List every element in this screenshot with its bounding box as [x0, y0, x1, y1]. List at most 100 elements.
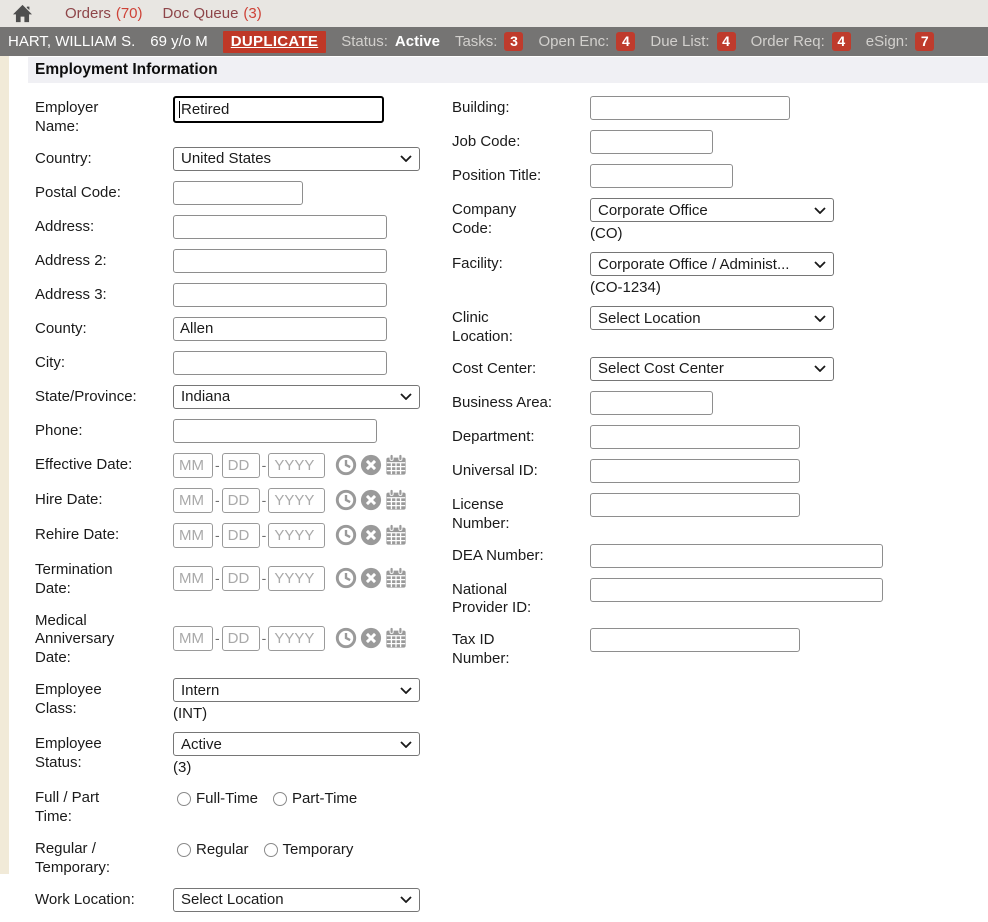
- esign-count-badge[interactable]: 7: [915, 32, 934, 51]
- clear-icon[interactable]: [360, 454, 382, 476]
- address-input[interactable]: [173, 215, 387, 239]
- address2-label: Address 2:: [35, 249, 157, 273]
- nav-docqueue-link[interactable]: Doc Queue (3): [163, 5, 262, 22]
- business-area-input[interactable]: [590, 391, 713, 415]
- home-icon: [12, 4, 33, 23]
- clinic-location-select[interactable]: Select Location: [590, 306, 834, 330]
- regular-radio[interactable]: [177, 843, 191, 857]
- building-input[interactable]: [590, 96, 790, 120]
- clear-icon[interactable]: [360, 489, 382, 511]
- temporary-radio-label: Temporary: [283, 841, 354, 858]
- postal-code-input[interactable]: [173, 181, 303, 205]
- employee-class-select[interactable]: Intern: [173, 678, 420, 702]
- clear-icon[interactable]: [360, 524, 382, 546]
- address3-label: Address 3:: [35, 283, 157, 307]
- job-code-input[interactable]: [590, 130, 713, 154]
- employee-status-select[interactable]: Active: [173, 732, 420, 756]
- status-label: Status:: [341, 33, 388, 50]
- license-number-input[interactable]: [590, 493, 800, 517]
- address-label: Address:: [35, 215, 157, 239]
- effective-date-mm-input[interactable]: [173, 453, 213, 478]
- department-input[interactable]: [590, 425, 800, 449]
- termination-date-field: - -: [173, 558, 452, 599]
- order-req-label: Order Req:: [751, 33, 825, 50]
- state-row: State/Province: Indiana: [35, 385, 452, 409]
- hire-date-yyyy-input[interactable]: [268, 488, 325, 513]
- company-code-select[interactable]: Corporate Office: [590, 198, 834, 222]
- order-req-group: Order Req: 4: [751, 32, 851, 51]
- chevron-down-icon: [814, 315, 826, 322]
- employer-name-input[interactable]: [173, 96, 384, 123]
- medical-anniversary-dd-input[interactable]: [222, 626, 260, 651]
- nav-orders-count: (70): [116, 5, 143, 22]
- employee-class-row: Employee Class: Intern (INT): [35, 678, 452, 722]
- address2-input[interactable]: [173, 249, 387, 273]
- calendar-icon[interactable]: [385, 524, 407, 546]
- business-area-label: Business Area:: [452, 391, 574, 415]
- rehire-date-field: - -: [173, 523, 452, 548]
- clock-icon[interactable]: [335, 627, 357, 649]
- full-time-radio[interactable]: [177, 792, 191, 806]
- clear-icon[interactable]: [360, 627, 382, 649]
- rehire-date-dd-input[interactable]: [222, 523, 260, 548]
- position-title-input[interactable]: [590, 164, 733, 188]
- tasks-count-badge[interactable]: 3: [504, 32, 523, 51]
- facility-select[interactable]: Corporate Office / Administ...: [590, 252, 834, 276]
- termination-date-dd-input[interactable]: [222, 566, 260, 591]
- due-list-count-badge[interactable]: 4: [717, 32, 736, 51]
- clock-icon[interactable]: [335, 454, 357, 476]
- esign-group: eSign: 7: [866, 32, 935, 51]
- rehire-date-yyyy-input[interactable]: [268, 523, 325, 548]
- medical-anniversary-yyyy-input[interactable]: [268, 626, 325, 651]
- status-group: Status: Active: [341, 33, 440, 50]
- tasks-label: Tasks:: [455, 33, 498, 50]
- part-time-radio[interactable]: [273, 792, 287, 806]
- clear-icon[interactable]: [360, 567, 382, 589]
- termination-date-mm-input[interactable]: [173, 566, 213, 591]
- phone-input[interactable]: [173, 419, 377, 443]
- effective-date-row: Effective Date: - -: [35, 453, 452, 478]
- hire-date-dd-input[interactable]: [222, 488, 260, 513]
- universal-id-input[interactable]: [590, 459, 800, 483]
- temporary-radio[interactable]: [264, 843, 278, 857]
- open-enc-count-badge[interactable]: 4: [616, 32, 635, 51]
- country-select[interactable]: United States: [173, 147, 420, 171]
- national-provider-id-input[interactable]: [590, 578, 883, 602]
- hire-date-mm-input[interactable]: [173, 488, 213, 513]
- home-button[interactable]: [12, 4, 33, 23]
- city-input[interactable]: [173, 351, 387, 375]
- due-list-label: Due List:: [650, 33, 709, 50]
- order-req-count-badge[interactable]: 4: [832, 32, 851, 51]
- company-code-code: (CO): [590, 225, 988, 242]
- clock-icon[interactable]: [335, 489, 357, 511]
- effective-date-yyyy-input[interactable]: [268, 453, 325, 478]
- tax-id-input[interactable]: [590, 628, 800, 652]
- address3-input[interactable]: [173, 283, 387, 307]
- nav-orders-link[interactable]: Orders (70): [65, 5, 143, 22]
- calendar-icon[interactable]: [385, 489, 407, 511]
- termination-date-yyyy-input[interactable]: [268, 566, 325, 591]
- calendar-icon[interactable]: [385, 567, 407, 589]
- county-input[interactable]: [173, 317, 387, 341]
- employee-class-label: Employee Class:: [35, 678, 157, 722]
- calendar-icon[interactable]: [385, 454, 407, 476]
- calendar-icon[interactable]: [385, 627, 407, 649]
- employer-name-row: Employer Name:: [35, 96, 452, 137]
- duplicate-badge[interactable]: DUPLICATE: [223, 31, 326, 53]
- cost-center-select[interactable]: Select Cost Center: [590, 357, 834, 381]
- chevron-down-icon: [400, 741, 412, 748]
- state-select[interactable]: Indiana: [173, 385, 420, 409]
- effective-date-label: Effective Date:: [35, 453, 157, 478]
- effective-date-dd-input[interactable]: [222, 453, 260, 478]
- clock-icon[interactable]: [335, 567, 357, 589]
- medical-anniversary-mm-input[interactable]: [173, 626, 213, 651]
- medical-anniversary-date-field: - -: [173, 609, 452, 669]
- universal-id-row: Universal ID:: [452, 459, 988, 483]
- rehire-date-label: Rehire Date:: [35, 523, 157, 548]
- employee-class-code: (INT): [173, 705, 452, 722]
- rehire-date-mm-input[interactable]: [173, 523, 213, 548]
- work-location-select[interactable]: Select Location: [173, 888, 420, 912]
- hire-date-field: - -: [173, 488, 452, 513]
- dea-number-input[interactable]: [590, 544, 883, 568]
- clock-icon[interactable]: [335, 524, 357, 546]
